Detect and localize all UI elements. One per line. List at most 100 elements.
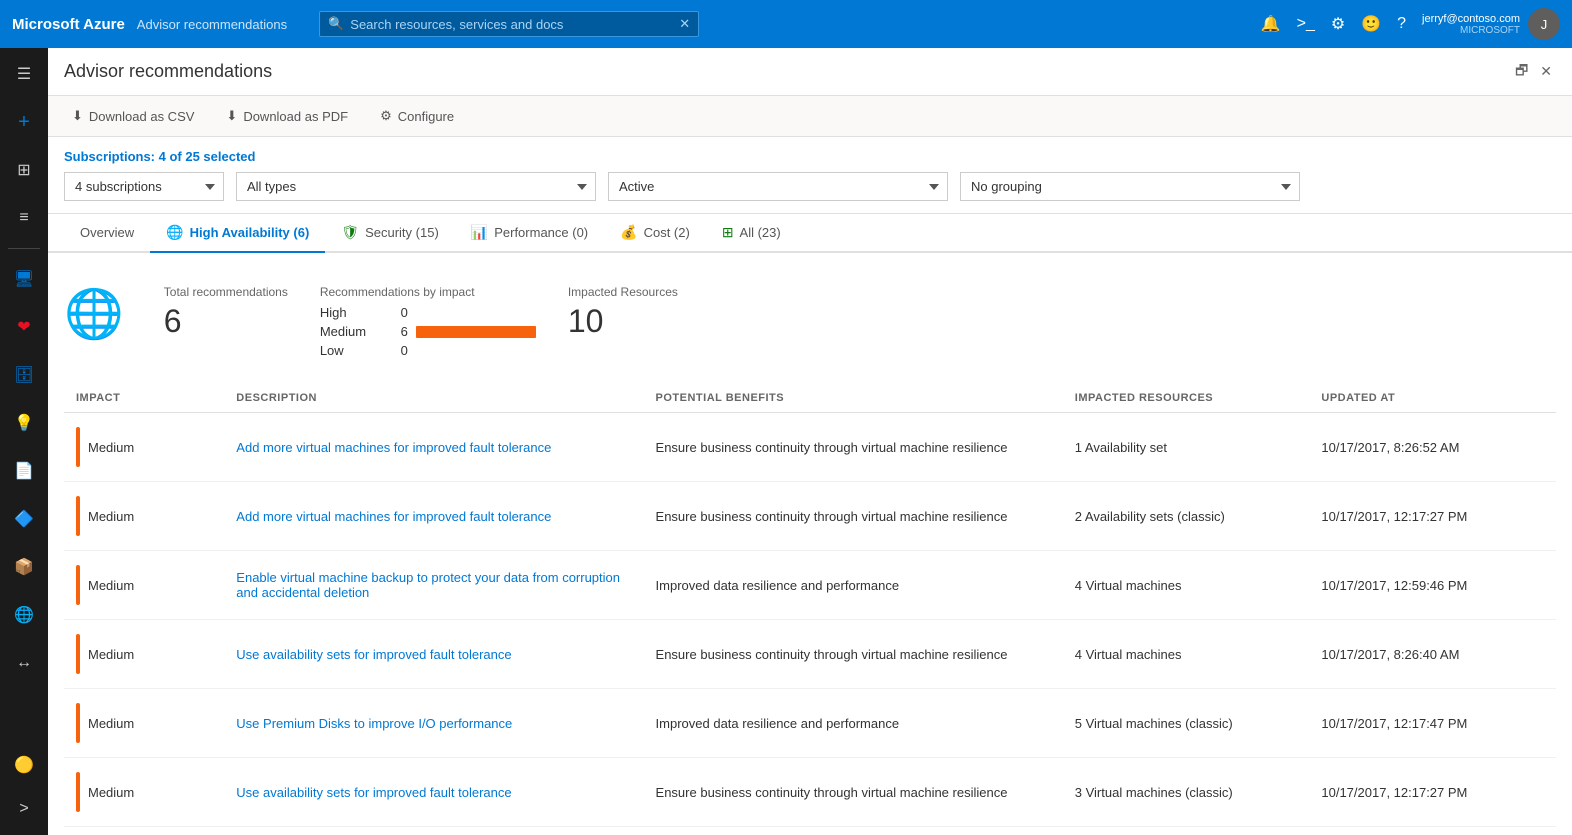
description-link-1[interactable]: Add more virtual machines for improved f… [236, 509, 551, 524]
cell-description-4: Use Premium Disks to improve I/O perform… [224, 689, 643, 758]
sidebar-btn-create[interactable]: + [0, 100, 48, 144]
types-select[interactable]: All types [236, 172, 596, 201]
description-link-0[interactable]: Add more virtual machines for improved f… [236, 440, 551, 455]
sidebar-btn-advisor[interactable]: 💡 [0, 401, 48, 445]
tab-security-label: Security (15) [365, 225, 439, 240]
user-menu[interactable]: jerryf@contoso.com MICROSOFT J [1422, 8, 1560, 40]
brand-logo: Microsoft Azure [12, 16, 125, 33]
close-button[interactable]: ✕ [1536, 59, 1556, 84]
cell-resources-3: 4 Virtual machines [1063, 620, 1310, 689]
cell-resources-0: 1 Availability set [1063, 413, 1310, 482]
content-area: 🌐 Total recommendations 6 Recommendation… [48, 253, 1572, 835]
main-content: Advisor recommendations 🗗 ✕ ⬇ Download a… [48, 48, 1572, 835]
cell-impact-1: Medium [64, 482, 224, 551]
tab-performance[interactable]: 📊 Performance (0) [455, 214, 604, 253]
cell-benefits-2: Improved data resilience and performance [644, 551, 1063, 620]
tab-all[interactable]: ⊞ All (23) [706, 214, 797, 253]
col-header-impact: IMPACT [64, 384, 224, 413]
sidebar-btn-expand[interactable]: > [0, 787, 48, 831]
cloud-shell-icon[interactable]: >_ [1297, 15, 1315, 33]
cell-impact-5: Medium [64, 758, 224, 827]
sidebar: ☰ + ⊞ ≡ 🖥 ❤ 🗄 💡 📄 🔷 📦 🌐 ↔ 🟡 > [0, 48, 48, 835]
sidebar-btn-billing[interactable]: 🟡 [0, 743, 48, 787]
impact-indicator-1: Medium [76, 496, 212, 536]
impact-indicator-4: Medium [76, 703, 212, 743]
impact-indicator-5: Medium [76, 772, 212, 812]
tab-perf-icon: 📊 [471, 224, 488, 241]
status-select[interactable]: Active [608, 172, 948, 201]
impact-dot-5 [76, 772, 80, 812]
feedback-icon[interactable]: 🙂 [1361, 14, 1381, 34]
help-icon[interactable]: ? [1397, 15, 1406, 33]
col-header-benefits: POTENTIAL BENEFITS [644, 384, 1063, 413]
sidebar-btn-resource-groups[interactable]: 📦 [0, 545, 48, 589]
configure-button[interactable]: ⚙ Configure [372, 104, 462, 128]
search-clear-icon[interactable]: ✕ [679, 16, 690, 32]
cell-resources-1: 2 Availability sets (classic) [1063, 482, 1310, 551]
cell-updated-4: 10/17/2017, 12:17:47 PM [1309, 689, 1556, 758]
sidebar-btn-vm[interactable]: 🖥 [0, 257, 48, 301]
sidebar-btn-sql[interactable]: 🗄 [0, 353, 48, 397]
description-link-3[interactable]: Use availability sets for improved fault… [236, 647, 511, 662]
page-title: Advisor recommendations [64, 61, 272, 82]
cell-impact-4: Medium [64, 689, 224, 758]
description-link-2[interactable]: Enable virtual machine backup to protect… [236, 570, 620, 600]
sidebar-btn-network[interactable]: 🌐 [0, 593, 48, 637]
download-pdf-button[interactable]: ⬇ Download as PDF [218, 104, 356, 128]
summary-bar: 🌐 Total recommendations 6 Recommendation… [64, 269, 1556, 384]
download-csv-button[interactable]: ⬇ Download as CSV [64, 104, 202, 128]
col-header-resources: IMPACTED RESOURCES [1063, 384, 1310, 413]
table-header: IMPACT DESCRIPTION POTENTIAL BENEFITS IM… [64, 384, 1556, 413]
sidebar-bottom: 🟡 > [0, 743, 48, 831]
impact-dot-1 [76, 496, 80, 536]
col-header-updated: UPDATED AT [1309, 384, 1556, 413]
top-bar-icons: 🔔 >_ ⚙ 🙂 ? jerryf@contoso.com MICROSOFT … [1261, 8, 1560, 40]
sidebar-btn-all-services[interactable]: ≡ [0, 196, 48, 240]
tab-high-availability[interactable]: 🌐 High Availability (6) [150, 214, 325, 253]
description-link-4[interactable]: Use Premium Disks to improve I/O perform… [236, 716, 512, 731]
impact-medium-row: Medium 6 [320, 322, 536, 341]
cell-resources-4: 5 Virtual machines (classic) [1063, 689, 1310, 758]
ha-globe-icon: 🌐 [64, 285, 124, 342]
impact-indicator-2: Medium [76, 565, 212, 605]
settings-icon[interactable]: ⚙ [1331, 14, 1345, 34]
tab-perf-label: Performance (0) [494, 225, 588, 240]
tab-overview[interactable]: Overview [64, 215, 150, 252]
sidebar-btn-vpn[interactable]: ↔ [0, 641, 48, 685]
cell-benefits-4: Improved data resilience and performance [644, 689, 1063, 758]
minimize-button[interactable]: 🗗 [1511, 56, 1532, 88]
avatar[interactable]: J [1528, 8, 1560, 40]
sidebar-btn-dashboard[interactable]: ⊞ [0, 148, 48, 192]
subscriptions-select[interactable]: 4 subscriptions [64, 172, 224, 201]
tab-cost-label: Cost (2) [644, 225, 690, 240]
cell-impact-2: Medium [64, 551, 224, 620]
configure-icon: ⚙ [380, 108, 392, 124]
table-row: Medium Enable virtual machine backup to … [64, 551, 1556, 620]
table-row: Medium Use availability sets for improve… [64, 620, 1556, 689]
medium-impact-bar [416, 326, 536, 338]
sidebar-btn-storage[interactable]: 📄 [0, 449, 48, 493]
cell-description-0: Add more virtual machines for improved f… [224, 413, 643, 482]
notifications-icon[interactable]: 🔔 [1261, 14, 1281, 34]
sidebar-divider [8, 248, 40, 249]
subscriptions-count: 4 of 25 selected [159, 149, 256, 164]
tab-security[interactable]: 🛡 Security (15) [325, 214, 454, 253]
layout: ☰ + ⊞ ≡ 🖥 ❤ 🗄 💡 📄 🔷 📦 🌐 ↔ 🟡 > Advisor re… [0, 48, 1572, 835]
table-row: Medium Use availability sets for improve… [64, 758, 1556, 827]
subscriptions-label: Subscriptions: 4 of 25 selected [64, 149, 1556, 164]
search-input[interactable] [350, 17, 673, 32]
sidebar-btn-menu[interactable]: ☰ [0, 52, 48, 96]
impacted-resources-summary: Impacted Resources 10 [568, 285, 678, 340]
table-row: Medium Add more virtual machines for imp… [64, 482, 1556, 551]
tab-all-icon: ⊞ [722, 224, 734, 241]
grouping-select[interactable]: No grouping [960, 172, 1300, 201]
cell-updated-0: 10/17/2017, 8:26:52 AM [1309, 413, 1556, 482]
cell-resources-5: 3 Virtual machines (classic) [1063, 758, 1310, 827]
sidebar-btn-monitor[interactable]: ❤ [0, 305, 48, 349]
tab-cost[interactable]: 💰 Cost (2) [604, 214, 706, 253]
search-box[interactable]: 🔍 ✕ [319, 11, 699, 37]
filters: Subscriptions: 4 of 25 selected 4 subscr… [48, 137, 1572, 214]
table-row: Medium Add more virtual machines for imp… [64, 413, 1556, 482]
sidebar-btn-aad[interactable]: 🔷 [0, 497, 48, 541]
description-link-5[interactable]: Use availability sets for improved fault… [236, 785, 511, 800]
